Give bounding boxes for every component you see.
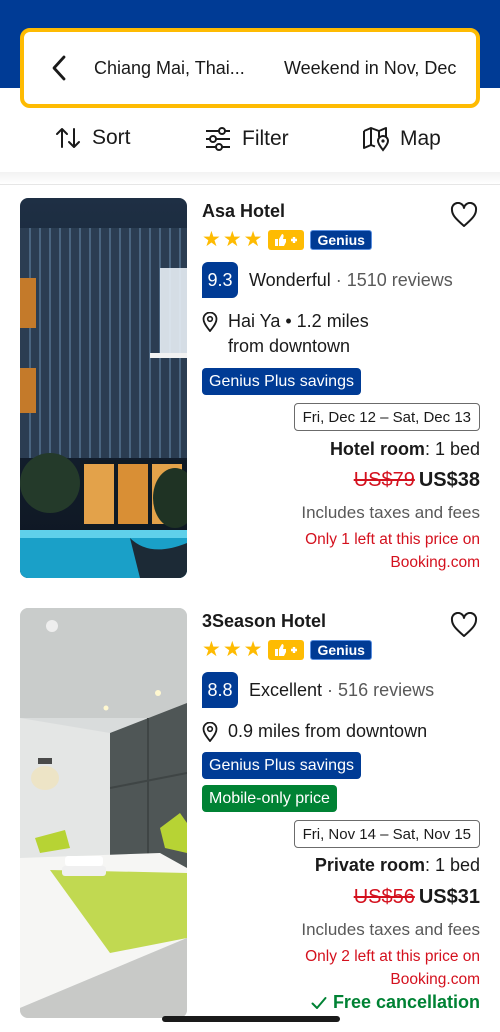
checkmark-icon — [311, 996, 327, 1009]
map-icon — [363, 127, 390, 152]
location-distance: 0.9 miles from downtown — [228, 721, 428, 741]
toolbar-divider — [0, 184, 500, 185]
hotel-card[interactable]: Asa Hotel ★ ★ ★ Genius 9.3 Wonderful · 1… — [20, 198, 480, 580]
sort-label: Sort — [92, 126, 131, 149]
sort-button[interactable]: Sort — [54, 126, 131, 150]
availability-line: Only 2 left at this price on — [305, 948, 480, 965]
rating-row: ★ ★ ★ Genius — [202, 228, 372, 251]
back-button[interactable] — [24, 32, 94, 104]
hotel-photo[interactable] — [20, 608, 187, 1018]
chevron-left-icon — [52, 55, 66, 81]
location-row: 0.9 miles from downtown — [202, 719, 427, 744]
star-icon: ★ — [243, 638, 263, 661]
room-beds: : 1 bed — [424, 439, 480, 459]
discounted-price: US$38 — [418, 469, 480, 491]
availability-site: Booking.com — [390, 554, 480, 571]
filter-label: Filter — [242, 127, 289, 150]
separator-dot: · — [327, 679, 334, 700]
original-price: US$79 — [353, 469, 415, 491]
hotel-info: 3Season Hotel ★ ★ ★ Genius 8.8 Excellent… — [202, 608, 480, 1028]
rating-row: ★ ★ ★ Genius — [202, 638, 372, 661]
map-pin-icon — [202, 722, 218, 742]
genius-plus-tag: Genius Plus savings — [202, 752, 361, 779]
star-icon: ★ — [202, 638, 221, 661]
preferred-partner-icon — [268, 640, 305, 660]
review-score-word: Excellent — [249, 679, 323, 700]
search-dates[interactable]: Weekend in Nov, Dec — [284, 58, 456, 79]
taxes-note: Includes taxes and fees — [301, 503, 480, 522]
room-info: Private room: 1 bed — [315, 855, 480, 876]
discounted-price: US$31 — [418, 886, 480, 908]
star-icon: ★ — [222, 638, 242, 661]
stay-dates: Fri, Nov 14 – Sat, Nov 15 — [293, 820, 480, 848]
mobile-only-tag: Mobile-only price — [202, 785, 337, 812]
review-score-word: Wonderful — [249, 269, 331, 290]
room-info: Hotel room: 1 bed — [330, 439, 480, 460]
map-button[interactable]: Map — [362, 126, 441, 152]
star-icon: ★ — [243, 228, 263, 251]
hotel-room-bed-icon — [20, 608, 187, 1018]
genius-badge: Genius — [310, 230, 372, 250]
star-icon: ★ — [222, 228, 242, 251]
home-indicator[interactable] — [162, 1016, 340, 1022]
hotel-facade-night-icon — [20, 198, 187, 578]
map-pin-icon — [202, 312, 218, 332]
hotel-name[interactable]: Asa Hotel — [202, 201, 285, 222]
free-cancellation-note: Free cancellation — [311, 992, 480, 1013]
room-type: Hotel room — [329, 439, 425, 459]
availability-site: Booking.com — [390, 971, 480, 988]
hotel-info: Asa Hotel ★ ★ ★ Genius 9.3 Wonderful · 1… — [202, 198, 480, 580]
availability-warning: Only 1 left at this price on Booking.com — [305, 528, 480, 574]
toolbar-shadow — [0, 172, 500, 184]
star-icon: ★ — [202, 228, 221, 251]
review-count: 1510 reviews — [346, 269, 453, 290]
location-distance-cont: from downtown — [228, 336, 351, 356]
original-price: US$56 — [353, 886, 415, 908]
availability-warning: Only 2 left at this price on Booking.com — [305, 945, 480, 991]
preferred-partner-icon — [268, 230, 305, 250]
price-row: US$56 US$31 — [354, 886, 480, 909]
hotel-card[interactable]: 3Season Hotel ★ ★ ★ Genius 8.8 Excellent… — [20, 608, 480, 1028]
review-score-row: 8.8 Excellent · 516 reviews — [202, 672, 434, 708]
heart-icon — [450, 611, 478, 637]
heart-icon — [450, 201, 478, 227]
genius-plus-tag: Genius Plus savings — [202, 368, 361, 395]
price-row: US$79 US$38 — [354, 469, 480, 492]
genius-badge: Genius — [310, 640, 372, 660]
location-row: Hai Ya • 1.2 miles from downtown — [202, 309, 369, 359]
save-to-wishlist-button[interactable] — [450, 611, 478, 643]
location-distance: Hai Ya • 1.2 miles — [228, 311, 369, 331]
save-to-wishlist-button[interactable] — [450, 201, 478, 233]
search-summary-box[interactable]: Chiang Mai, Thai... Weekend in Nov, Dec — [20, 28, 480, 108]
map-label: Map — [400, 127, 441, 150]
review-score: 8.8 — [202, 672, 238, 708]
room-type: Private room — [314, 855, 425, 875]
room-beds: : 1 bed — [424, 855, 480, 875]
stay-dates: Fri, Dec 12 – Sat, Dec 13 — [293, 403, 480, 431]
availability-line: Only 1 left at this price on — [305, 531, 480, 548]
separator-dot: · — [335, 269, 342, 290]
hotel-name[interactable]: 3Season Hotel — [202, 611, 326, 632]
filter-button[interactable]: Filter — [204, 126, 289, 152]
review-count: 516 reviews — [338, 679, 435, 700]
hotel-photo[interactable] — [20, 198, 187, 578]
results-toolbar: Sort Filter Map — [0, 112, 500, 168]
search-destination[interactable]: Chiang Mai, Thai... — [94, 58, 284, 79]
free-cancellation-label: Free cancellation — [332, 992, 480, 1012]
filter-sliders-icon — [206, 127, 230, 151]
review-score-row: 9.3 Wonderful · 1510 reviews — [202, 262, 453, 298]
sort-icon — [56, 128, 80, 148]
review-score: 9.3 — [202, 262, 238, 298]
taxes-note: Includes taxes and fees — [301, 920, 480, 939]
